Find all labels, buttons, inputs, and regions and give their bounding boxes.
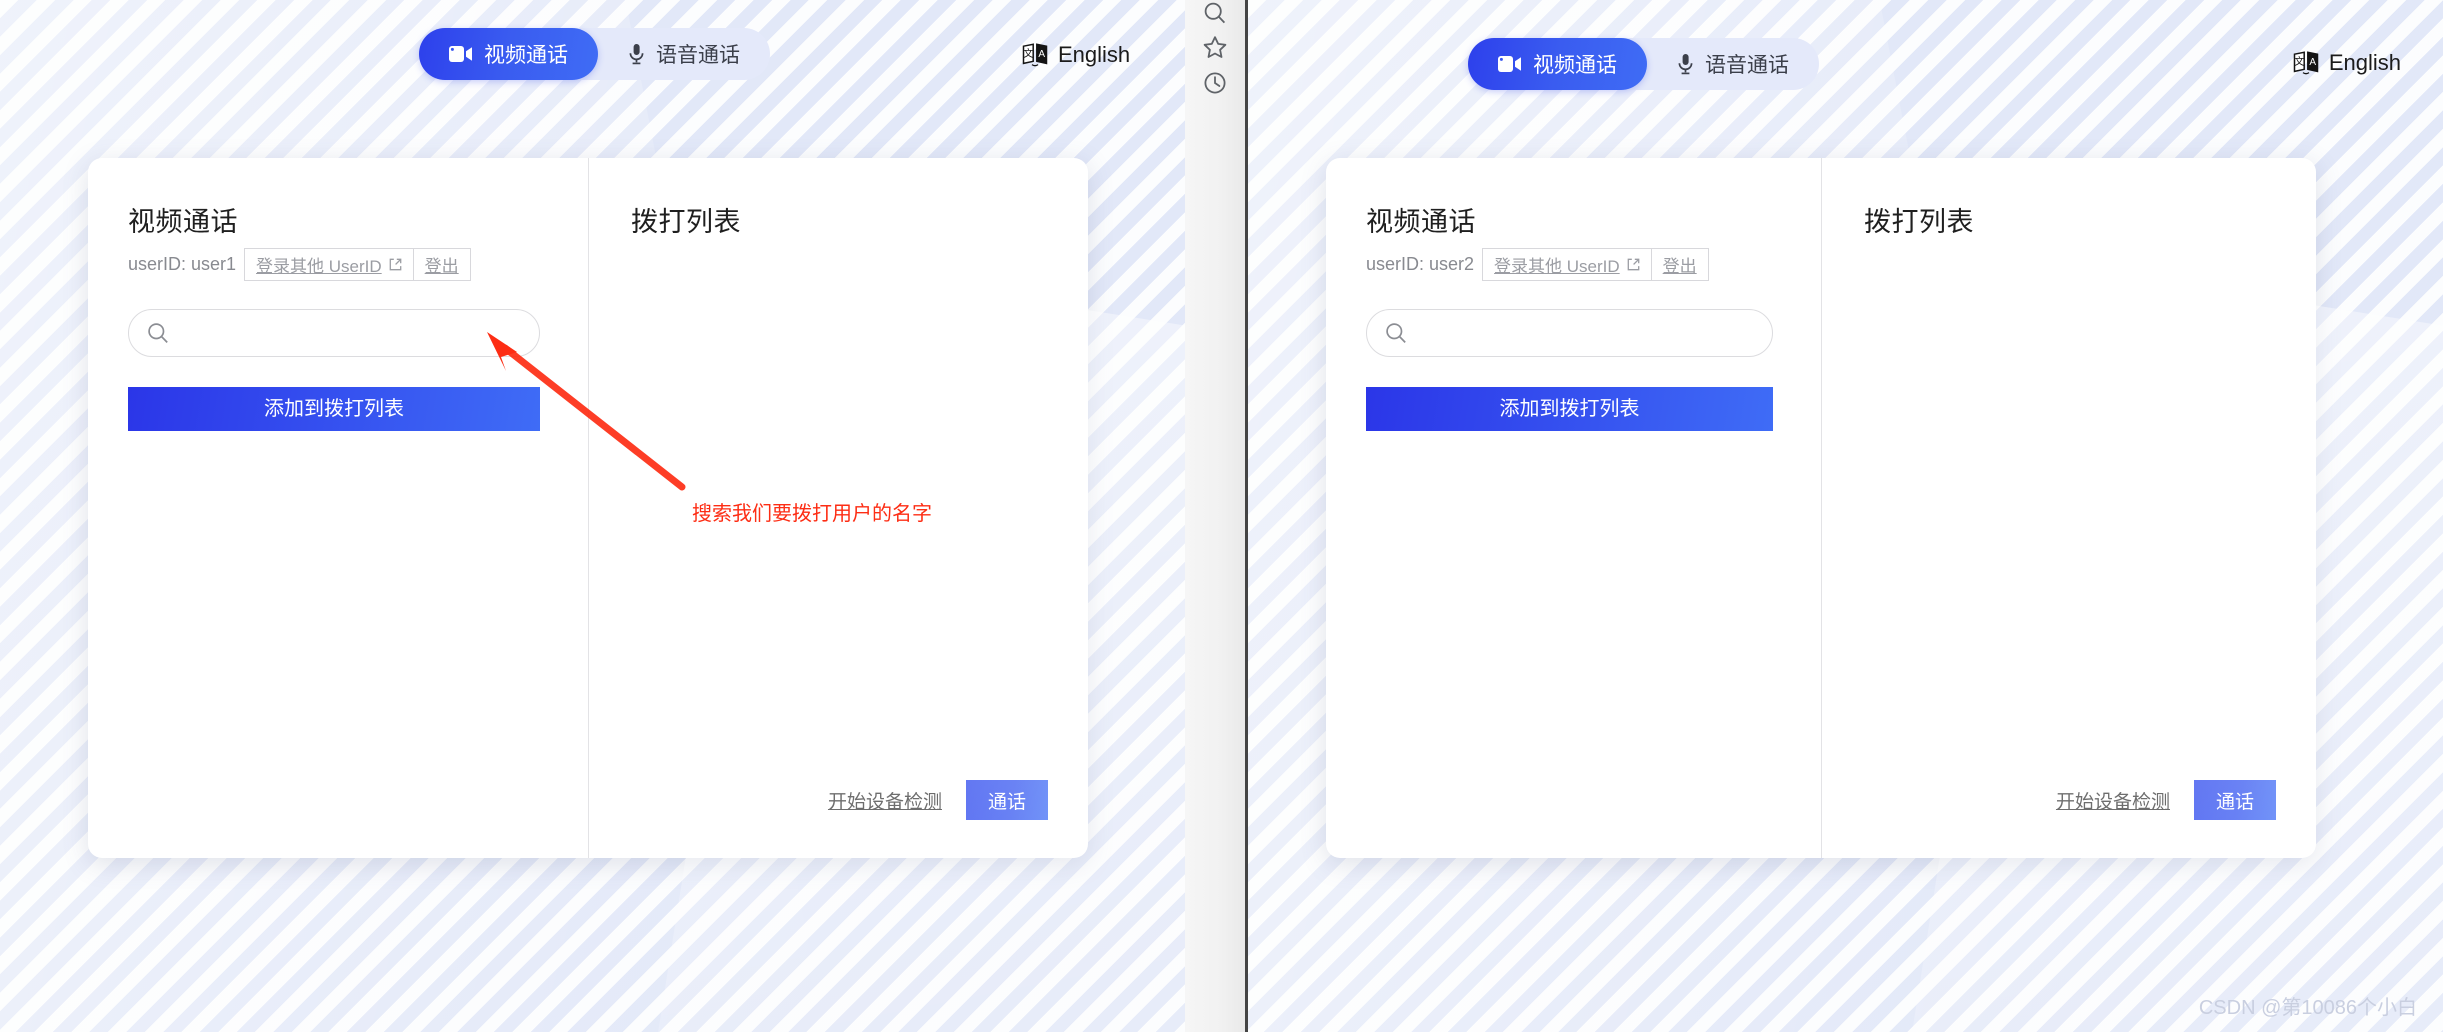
search-icon[interactable]: [1202, 0, 1228, 26]
translate-icon: 文 A: [1022, 43, 1048, 67]
svg-text:文: 文: [1023, 47, 1033, 60]
tab-video-call[interactable]: 视频通话: [419, 28, 598, 80]
external-link-icon: [389, 258, 402, 271]
right-browser-window: 视频通话 语音通话 文 A English 视频通话 userID: user2…: [1248, 0, 2443, 1032]
left-video-call-card: 视频通话 userID: user1 登录其他 UserID 登出 添加到拨打列…: [88, 158, 1088, 858]
left-card-footer: 开始设备检测 通话: [828, 780, 1048, 820]
screenshot-root: 视频通话 语音通话 文 A English 视频通话 userID: user1…: [0, 0, 2443, 1032]
logout-button[interactable]: 登出: [1651, 248, 1709, 281]
tab-audio-call[interactable]: 语音通话: [598, 28, 770, 80]
left-language-label: English: [1058, 42, 1131, 67]
external-link-icon: [1627, 258, 1640, 271]
tab-video-call[interactable]: 视频通话: [1468, 38, 1647, 90]
right-video-call-card: 视频通话 userID: user2 登录其他 UserID 登出 添加到拨打列…: [1326, 158, 2316, 858]
right-userid-label: userID: user2: [1366, 254, 1475, 274]
logout-label: 登出: [1662, 257, 1697, 276]
video-camera-icon: [449, 46, 473, 62]
right-call-button[interactable]: 通话: [2193, 780, 2276, 820]
csdn-watermark: CSDN @第10086个小白: [2198, 997, 2417, 1019]
left-dial-list-title: 拨打列表: [631, 207, 741, 237]
right-card-footer: 开始设备检测 通话: [2056, 780, 2276, 820]
tab-audio-call[interactable]: 语音通话: [1647, 38, 1819, 90]
logout-button[interactable]: 登出: [413, 248, 471, 281]
right-top-bar: 视频通话 语音通话 文 A English: [1248, 0, 2443, 110]
right-dial-list-title: 拨打列表: [1864, 207, 1974, 237]
translate-icon: 文 A: [2293, 51, 2319, 75]
svg-text:A: A: [2309, 57, 2316, 68]
right-user-actions: 登录其他 UserID 登出: [1482, 248, 1709, 281]
switch-userid-button[interactable]: 登录其他 UserID: [1482, 248, 1652, 281]
right-search-box[interactable]: [1366, 309, 1773, 357]
right-card-dial-panel: 视频通话 userID: user2 登录其他 UserID 登出 添加到拨打列…: [1326, 158, 1821, 858]
left-search-box[interactable]: [128, 309, 540, 357]
tab-audio-call-label: 语音通话: [1705, 54, 1789, 77]
left-add-to-dial-list-button[interactable]: 添加到拨打列表: [128, 387, 540, 431]
switch-userid-label: 登录其他 UserID: [1494, 257, 1620, 276]
left-call-button[interactable]: 通话: [965, 780, 1048, 820]
switch-userid-button[interactable]: 登录其他 UserID: [244, 248, 414, 281]
search-icon: [1385, 322, 1407, 344]
right-call-mode-switch[interactable]: 视频通话 语音通话: [1468, 38, 1819, 90]
svg-text:A: A: [1038, 49, 1045, 60]
tab-video-call-label: 视频通话: [1533, 54, 1617, 77]
left-card-dial-panel: 视频通话 userID: user1 登录其他 UserID 登出 添加到拨打列…: [88, 158, 588, 858]
right-language-switcher[interactable]: 文 A English: [2293, 50, 2401, 76]
right-add-to-dial-list-button[interactable]: 添加到拨打列表: [1366, 387, 1773, 431]
right-card-dial-list-panel: 拨打列表 开始设备检测 通话: [1821, 158, 2316, 858]
history-clock-icon[interactable]: [1202, 70, 1228, 96]
left-language-switcher[interactable]: 文 A English: [1022, 42, 1130, 68]
logout-label: 登出: [424, 257, 459, 276]
right-card-title: 视频通话: [1366, 207, 1476, 237]
browser-side-strip: [1185, 0, 1248, 1032]
search-icon: [147, 322, 169, 344]
microphone-icon: [628, 43, 645, 65]
right-search-input[interactable]: [1419, 322, 1754, 344]
left-search-input[interactable]: [181, 322, 521, 344]
left-userid-label: userID: user1: [128, 254, 237, 274]
annotation-text: 搜索我们要拨打用户的名字: [692, 503, 932, 525]
left-browser-window: 视频通话 语音通话 文 A English 视频通话 userID: user1…: [0, 0, 1185, 1032]
video-camera-icon: [1498, 56, 1522, 72]
left-card-title: 视频通话: [128, 207, 238, 237]
tab-audio-call-label: 语音通话: [656, 44, 740, 67]
microphone-icon: [1677, 53, 1694, 75]
right-language-label: English: [2328, 50, 2401, 75]
star-icon[interactable]: [1202, 34, 1228, 60]
right-device-test-link[interactable]: 开始设备检测: [2056, 787, 2170, 814]
left-user-row: userID: user1 登录其他 UserID 登出: [128, 248, 540, 281]
right-user-row: userID: user2 登录其他 UserID 登出: [1366, 248, 1773, 281]
left-user-actions: 登录其他 UserID 登出: [244, 248, 471, 281]
left-device-test-link[interactable]: 开始设备检测: [828, 787, 942, 814]
left-call-mode-switch[interactable]: 视频通话 语音通话: [419, 28, 770, 80]
left-top-bar: 视频通话 语音通话 文 A English: [0, 0, 1185, 110]
switch-userid-label: 登录其他 UserID: [256, 257, 382, 276]
tab-video-call-label: 视频通话: [484, 44, 568, 67]
svg-text:文: 文: [2294, 55, 2304, 68]
